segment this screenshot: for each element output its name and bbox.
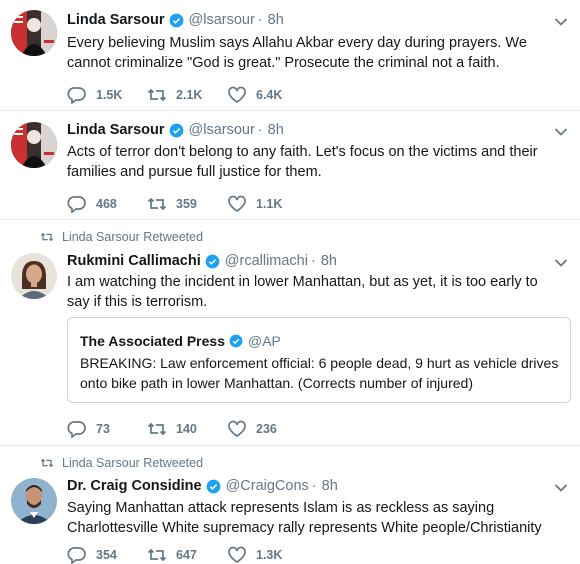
timestamp[interactable]: 8h xyxy=(321,253,337,269)
retweet-icon xyxy=(147,197,167,211)
quoted-tweet-text: BREAKING: Law enforcement official: 6 pe… xyxy=(80,355,559,391)
author-handle[interactable]: @lsarsour xyxy=(189,122,255,138)
retweet-button[interactable]: 2.1K xyxy=(147,86,227,104)
tweet-header: Dr. Craig Considine @CraigCons · 8h xyxy=(67,478,338,494)
chevron-down-icon[interactable] xyxy=(554,258,568,268)
author-handle[interactable]: @lsarsour xyxy=(189,12,255,28)
separator: · xyxy=(311,478,317,494)
retweet-icon xyxy=(147,422,167,436)
tweet-text: Acts of terror don't belong to any faith… xyxy=(67,144,538,180)
retweet-icon xyxy=(147,88,167,102)
chevron-down-icon[interactable] xyxy=(554,17,568,27)
like-button[interactable]: 6.4K xyxy=(227,86,307,104)
retweet-icon xyxy=(40,458,54,468)
like-button[interactable]: 1.3K xyxy=(227,546,307,564)
retweet-icon xyxy=(147,548,167,562)
tweet[interactable]: Linda Sarsour Retweeted Rukmini Callimac… xyxy=(0,220,580,446)
tweet-actions: 73 140 236 xyxy=(67,420,307,438)
chevron-down-icon[interactable] xyxy=(554,127,568,137)
retweet-button[interactable]: 140 xyxy=(147,420,227,438)
like-button[interactable]: 236 xyxy=(227,420,307,438)
tweet-header: Rukmini Callimachi @rcallimachi · 8h xyxy=(67,253,337,269)
tweet[interactable]: Linda Sarsour Retweeted Dr. Craig Consid… xyxy=(0,446,580,564)
like-count: 6.4K xyxy=(256,88,283,102)
tweet[interactable]: Linda Sarsour @lsarsour · 8h Acts of ter… xyxy=(0,111,580,220)
separator: · xyxy=(257,12,263,28)
verified-badge-icon xyxy=(169,13,183,27)
quoted-author-name: The Associated Press xyxy=(80,333,225,349)
author-handle[interactable]: @CraigCons xyxy=(226,478,309,494)
like-count: 1.1K xyxy=(256,197,283,211)
reply-icon xyxy=(67,87,86,104)
avatar[interactable] xyxy=(11,253,57,299)
timeline: Linda Sarsour @lsarsour · 8h Every belie… xyxy=(0,0,580,564)
heart-icon xyxy=(228,546,246,564)
quoted-author-handle: @AP xyxy=(248,333,281,349)
tweet-header: Linda Sarsour @lsarsour · 8h xyxy=(67,122,284,138)
reply-count: 468 xyxy=(96,197,117,211)
retweet-context: Linda Sarsour Retweeted xyxy=(40,456,203,470)
tweet-actions: 468 359 1.1K xyxy=(67,195,307,213)
reply-icon xyxy=(67,196,86,213)
avatar[interactable] xyxy=(11,478,57,524)
heart-icon xyxy=(228,420,246,438)
retweet-count: 140 xyxy=(176,422,197,436)
chevron-down-icon[interactable] xyxy=(554,483,568,493)
timestamp[interactable]: 8h xyxy=(268,122,284,138)
heart-icon xyxy=(228,86,246,104)
author-name[interactable]: Linda Sarsour xyxy=(67,12,165,28)
retweet-count: 647 xyxy=(176,548,197,562)
reply-button[interactable]: 354 xyxy=(67,546,147,564)
verified-badge-icon xyxy=(205,254,220,268)
tweet[interactable]: Linda Sarsour @lsarsour · 8h Every belie… xyxy=(0,0,580,111)
author-handle[interactable]: @rcallimachi xyxy=(225,253,308,269)
retweet-count: 2.1K xyxy=(176,88,203,102)
like-count: 1.3K xyxy=(256,548,283,562)
verified-badge-icon xyxy=(229,334,243,348)
reply-button[interactable]: 1.5K xyxy=(67,86,147,104)
retweeted-by-label[interactable]: Linda Sarsour Retweeted xyxy=(62,230,203,244)
like-count: 236 xyxy=(256,422,277,436)
separator: · xyxy=(257,122,263,138)
reply-button[interactable]: 73 xyxy=(67,420,147,438)
like-button[interactable]: 1.1K xyxy=(227,195,307,213)
tweet-actions: 354 647 1.3K xyxy=(67,546,307,564)
reply-count: 73 xyxy=(96,422,110,436)
reply-count: 354 xyxy=(96,548,117,562)
timestamp[interactable]: 8h xyxy=(322,478,338,494)
retweet-button[interactable]: 647 xyxy=(147,546,227,564)
tweet-actions: 1.5K 2.1K 6.4K xyxy=(67,86,307,104)
author-name[interactable]: Linda Sarsour xyxy=(67,122,165,138)
quoted-tweet[interactable]: The Associated Press @AP BREAKING: Law e… xyxy=(67,317,571,403)
quoted-tweet-header: The Associated Press @AP xyxy=(80,333,281,349)
tweet-header: Linda Sarsour @lsarsour · 8h xyxy=(67,12,284,28)
reply-icon xyxy=(67,547,86,564)
tweet-text: I am watching the incident in lower Manh… xyxy=(67,274,538,310)
retweet-button[interactable]: 359 xyxy=(147,195,227,213)
heart-icon xyxy=(228,195,246,213)
verified-badge-icon xyxy=(169,123,183,137)
author-name[interactable]: Rukmini Callimachi xyxy=(67,253,201,269)
author-name[interactable]: Dr. Craig Considine xyxy=(67,478,202,494)
tweet-text: Saying Manhattan attack represents Islam… xyxy=(67,500,542,536)
retweet-icon xyxy=(40,232,54,242)
retweeted-by-label[interactable]: Linda Sarsour Retweeted xyxy=(62,456,203,470)
avatar[interactable] xyxy=(11,122,57,168)
timestamp[interactable]: 8h xyxy=(268,12,284,28)
retweet-count: 359 xyxy=(176,197,197,211)
verified-badge-icon xyxy=(206,479,220,493)
reply-icon xyxy=(67,421,86,438)
retweet-context: Linda Sarsour Retweeted xyxy=(40,230,203,244)
separator: · xyxy=(310,253,316,269)
tweet-text: Every believing Muslim says Allahu Akbar… xyxy=(67,35,527,71)
reply-button[interactable]: 468 xyxy=(67,195,147,213)
avatar[interactable] xyxy=(11,10,57,56)
reply-count: 1.5K xyxy=(96,88,123,102)
